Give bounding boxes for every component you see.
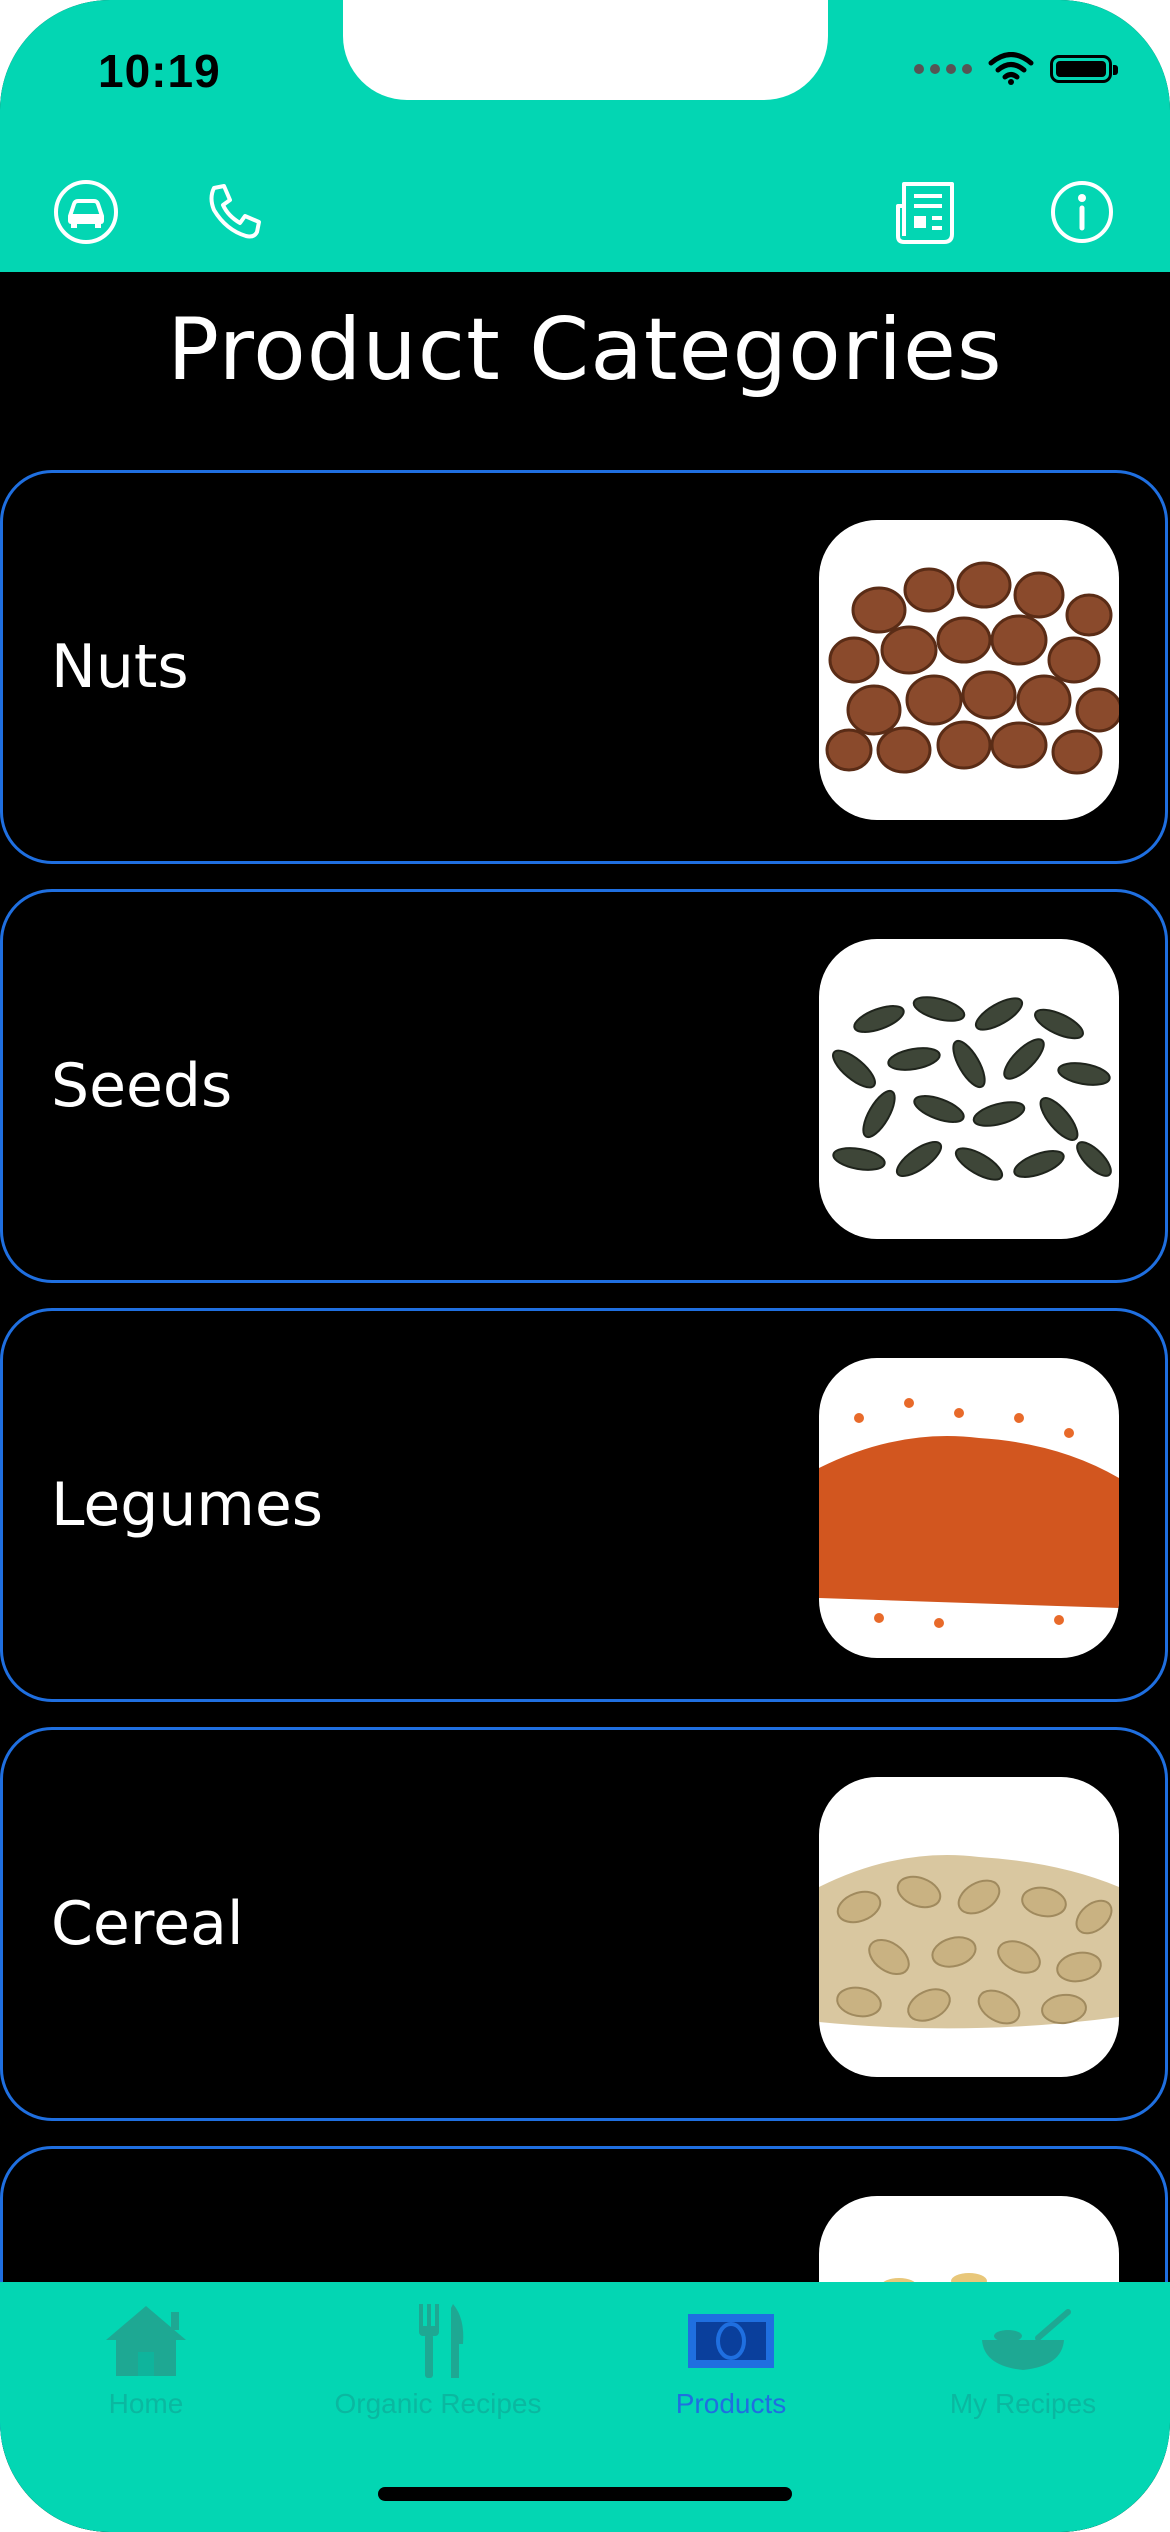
category-label: Seeds <box>51 1051 233 1121</box>
category-card-cereal[interactable]: Cereal <box>0 1727 1168 2121</box>
hazelnuts-image <box>819 520 1119 820</box>
products-icon <box>688 2314 774 2368</box>
notch <box>343 0 828 100</box>
home-indicator[interactable] <box>378 2487 792 2501</box>
status-icons <box>914 52 1118 86</box>
category-label: Cereal <box>51 1889 244 1959</box>
car-icon[interactable] <box>50 176 122 248</box>
category-card-legumes[interactable]: Legumes <box>0 1308 1168 1702</box>
top-bar: 10:19 <box>0 0 1170 272</box>
oat-flakes-image <box>819 1777 1119 2077</box>
app-screen: 10:19 Product Categories Nuts Seeds Legu… <box>0 0 1170 2532</box>
house-icon <box>106 2306 186 2376</box>
status-time: 10:19 <box>98 45 221 97</box>
page-title: Product Categories <box>167 300 1003 400</box>
tab-my-recipes[interactable]: My Recipes <box>877 2300 1169 2420</box>
category-card-seeds[interactable]: Seeds <box>0 889 1168 1283</box>
red-lentils-image <box>819 1358 1119 1658</box>
signal-icon <box>914 64 972 74</box>
bowl-icon <box>982 2309 1071 2370</box>
pumpkin-seeds-image <box>819 939 1119 1239</box>
tab-home[interactable]: Home <box>0 2300 292 2420</box>
battery-icon <box>1050 55 1118 83</box>
tab-label: Products <box>675 2388 787 2419</box>
fork-knife-icon <box>419 2304 464 2378</box>
news-icon[interactable] <box>890 176 962 248</box>
tab-label: My Recipes <box>949 2388 1097 2419</box>
category-label: Legumes <box>51 1470 324 1540</box>
tab-products[interactable]: Products <box>585 2300 877 2420</box>
tab-label: Home <box>108 2388 184 2419</box>
tab-organic-recipes[interactable]: Organic Recipes <box>292 2300 584 2420</box>
category-label: Nuts <box>51 632 189 702</box>
wifi-icon <box>988 52 1034 85</box>
phone-icon[interactable] <box>198 176 270 248</box>
info-icon[interactable] <box>1046 176 1118 248</box>
category-card-nuts[interactable]: Nuts <box>0 470 1168 864</box>
tab-label: Organic Recipes <box>334 2388 542 2419</box>
